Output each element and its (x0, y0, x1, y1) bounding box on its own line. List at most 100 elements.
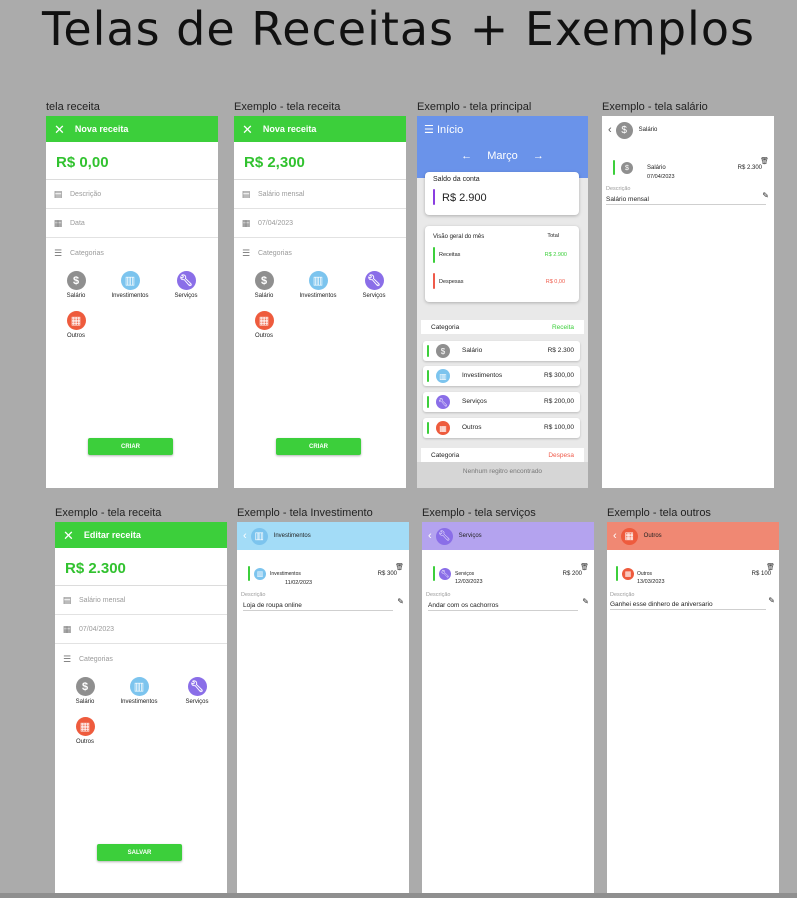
category-investimentos[interactable]: ▥ Investimentos (113, 677, 165, 705)
categoria-label: Categoria (431, 451, 460, 459)
row-value: R$ 300,00 (544, 372, 574, 379)
back-icon[interactable]: ‹ (243, 530, 247, 542)
category-grid: $ Salário ▥ Investimentos 🔧︎ Serviços ▦ Outr… (46, 259, 218, 349)
chart-bars-icon: ▥ (254, 568, 266, 580)
back-icon[interactable]: ‹ (613, 530, 617, 542)
category-salario[interactable]: $ Salário (59, 677, 111, 705)
category-servicos[interactable]: 🔧︎ Serviços (160, 271, 212, 299)
trash-icon[interactable]: 🗑︎ (395, 563, 404, 571)
list-item-investimentos[interactable]: ▥ Investimentos R$ 300,00 (423, 366, 580, 386)
category-servicos[interactable]: 🔧︎ Serviços (348, 271, 400, 299)
despesa-table-header: Categoria Despesa (421, 448, 584, 462)
categories-row: ☰ Categorias (55, 644, 227, 665)
save-button[interactable]: SALVAR (97, 844, 182, 861)
nova-receita-screen: ✕ Nova receita R$ 0,00 ▤ Descrição ▦ Dat… (46, 116, 218, 488)
entry-value: R$ 200 (562, 571, 582, 577)
back-icon[interactable]: ‹ (608, 124, 612, 136)
saldo-label: Saldo da conta (433, 176, 480, 183)
create-button[interactable]: CRIAR (88, 438, 173, 455)
category-label: Salário (66, 293, 86, 299)
row-label: Serviços (462, 398, 487, 405)
description-field[interactable]: ▤ Salário mensal (234, 180, 406, 209)
grid-icon: ▦ (622, 568, 634, 580)
categories-row: ☰ Categorias (234, 238, 406, 259)
visao-title: Visão geral do mês (433, 234, 485, 240)
category-investimentos[interactable]: ▥ Investimentos (104, 271, 156, 299)
header-title: Nova receita (262, 124, 317, 134)
exemplo-receita-screen: ✕ Nova receita R$ 2,300 ▤ Salário mensal… (234, 116, 406, 488)
dollar-icon: $ (621, 162, 633, 174)
row-value: R$ 100,00 (544, 424, 574, 431)
row-label: Salário (462, 347, 483, 354)
entry-label: Investimentos (270, 571, 301, 577)
amount-input[interactable]: R$ 2.300 (55, 548, 227, 586)
frame-label-investimento: Exemplo - tela Investimento (237, 507, 373, 519)
category-outros[interactable]: ▦ Outros (59, 717, 111, 745)
principal-screen: ☰ Início ← Março → Saldo da conta R$ 2.9… (417, 116, 588, 488)
amount-input[interactable]: R$ 0,00 (46, 142, 218, 180)
back-icon[interactable]: ‹ (428, 530, 432, 542)
trash-icon[interactable]: 🗑︎ (760, 157, 769, 165)
arrow-left-icon[interactable]: ← (461, 150, 472, 162)
green-bar (433, 566, 435, 581)
trash-icon[interactable]: 🗑︎ (580, 563, 589, 571)
arrow-right-icon[interactable]: → (533, 150, 544, 162)
description-label: Descrição (610, 592, 635, 598)
outros-screen: ‹ ▦ Outros ▦ Outros 13/03/2023 R$ 100 🗑︎… (607, 522, 779, 893)
list-item-outros[interactable]: ▦ Outros R$ 100,00 (423, 418, 580, 438)
trash-icon[interactable]: 🗑︎ (766, 563, 775, 571)
category-label: Outros (75, 739, 94, 745)
header-title: Serviços (458, 533, 482, 539)
green-bar (427, 422, 429, 434)
header-title: Investimentos (273, 533, 311, 539)
close-icon[interactable]: ✕ (54, 123, 65, 136)
header-bar: ✕ Editar receita (55, 522, 227, 548)
saldo-value: R$ 2.900 (442, 192, 487, 204)
category-servicos[interactable]: 🔧︎ Serviços (171, 677, 223, 705)
category-investimentos[interactable]: ▥ Investimentos (292, 271, 344, 299)
calendar-icon: ▦ (53, 217, 63, 228)
header-bar: ‹ ▥ Investimentos (237, 522, 409, 550)
header-bar: ‹ ▦ Outros (607, 522, 779, 550)
document-icon: ▤ (62, 594, 72, 605)
category-label: Investimentos (111, 293, 149, 299)
despesas-value: R$ 0,00 (545, 279, 565, 285)
pencil-icon[interactable]: ✎ (762, 191, 769, 200)
category-label: Serviços (185, 699, 209, 705)
category-label: Outros (66, 333, 85, 339)
category-salario[interactable]: $ Salário (50, 271, 102, 299)
date-field[interactable]: ▦ 07/04/2023 (55, 615, 227, 644)
description-field[interactable]: ▤ Salário mensal (55, 586, 227, 615)
chart-bars-icon: ▥ (250, 527, 268, 545)
date-field[interactable]: ▦ 07/04/2023 (234, 209, 406, 238)
close-icon[interactable]: ✕ (242, 123, 253, 136)
pencil-icon[interactable]: ✎ (397, 597, 404, 606)
green-bar (616, 566, 618, 581)
category-outros[interactable]: ▦ Outros (238, 311, 290, 339)
menu-icon[interactable]: ☰ (424, 124, 434, 136)
pencil-icon[interactable]: ✎ (768, 596, 775, 605)
receitas-value: R$ 2.900 (544, 252, 567, 258)
header-bar: ✕ Nova receita (234, 116, 406, 142)
close-icon[interactable]: ✕ (63, 529, 74, 542)
chart-bars-icon: ▥ (129, 677, 149, 696)
row-value: R$ 200,00 (544, 398, 574, 405)
frame-label-editar-receita: Exemplo - tela receita (55, 507, 162, 519)
amount-input[interactable]: R$ 2,300 (234, 142, 406, 180)
create-button[interactable]: CRIAR (276, 438, 361, 455)
investimento-screen: ‹ ▥ Investimentos ▥ Investimentos 11/02/… (237, 522, 409, 893)
description-value: Andar com os cachorros (428, 602, 578, 611)
chart-bars-icon: ▥ (436, 369, 450, 383)
date-field[interactable]: ▦ Data (46, 209, 218, 238)
category-outros[interactable]: ▦ Outros (50, 311, 102, 339)
description-value: Salário mensal (258, 190, 305, 198)
receita-table-header: Categoria Receita (421, 320, 584, 334)
pencil-icon[interactable]: ✎ (582, 597, 589, 606)
list-item-salario[interactable]: $ Salário R$ 2.300 (423, 341, 580, 361)
list-item-servicos[interactable]: 🔧︎ Serviços R$ 200,00 (423, 392, 580, 412)
frame-label-servicos: Exemplo - tela serviços (422, 507, 536, 519)
dollar-icon: $ (615, 121, 633, 139)
list-icon: ☰ (53, 248, 63, 258)
description-field[interactable]: ▤ Descrição (46, 180, 218, 209)
category-salario[interactable]: $ Salário (238, 271, 290, 299)
